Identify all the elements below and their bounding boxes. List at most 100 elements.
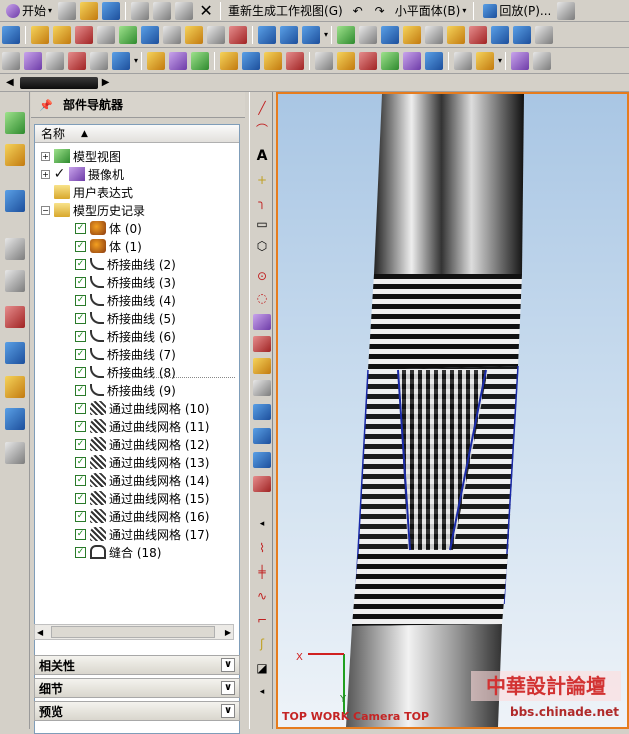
pin-icon[interactable]: 📌 — [39, 99, 53, 112]
extrude-icon[interactable] — [53, 25, 71, 44]
length-icon[interactable]: ⌐ — [253, 612, 271, 628]
visibility-checkbox[interactable]: ✓ — [75, 420, 86, 432]
tree-item[interactable]: ✓ 桥接曲线 (8) — [75, 363, 176, 381]
transform-icon[interactable] — [511, 51, 530, 70]
tree-item[interactable]: + 模型视图 — [41, 147, 121, 165]
circle-tool-icon[interactable] — [68, 51, 86, 70]
tree-item[interactable]: ✓ 桥接曲线 (4) — [75, 291, 176, 309]
chamfer-icon[interactable] — [163, 25, 181, 44]
horizontal-scrollbar[interactable]: ◀ ▶ — [34, 624, 234, 640]
assembly-navigator-icon[interactable] — [5, 112, 25, 134]
tree-item[interactable]: ✓ 通过曲线网格 (13) — [75, 453, 209, 471]
small-plane-menu[interactable]: 小平面体(B) ▾ — [391, 1, 471, 21]
analysis2-icon[interactable] — [476, 51, 495, 70]
chevron-down-icon[interactable]: ▾ — [134, 56, 138, 65]
bridge-tool-icon[interactable] — [253, 314, 271, 330]
cube-icon[interactable] — [258, 25, 276, 44]
smooth-icon[interactable]: ʃ — [253, 636, 271, 652]
chevron-down-icon[interactable]: ∨ — [221, 681, 235, 695]
visibility-checkbox[interactable]: ✓ — [75, 258, 86, 270]
book2-icon[interactable] — [491, 25, 510, 44]
graphics-window[interactable]: X Y 中華設計論壇 bbs.chinade.net TOP WORK Came… — [276, 92, 629, 729]
surface2-icon[interactable] — [169, 51, 188, 70]
trim-icon[interactable] — [229, 25, 247, 44]
trim-curve-icon[interactable]: ⌇ — [253, 540, 271, 556]
revolve-icon[interactable] — [75, 25, 93, 44]
tree-item[interactable]: ✓ 体 (1) — [75, 237, 142, 255]
polygon-icon[interactable]: ⬡ — [253, 238, 271, 254]
tree-item[interactable]: ✓ 桥接曲线 (7) — [75, 345, 176, 363]
visibility-checkbox[interactable]: ✓ — [75, 402, 86, 414]
mesh2-icon[interactable] — [242, 51, 261, 70]
hole-icon[interactable] — [185, 25, 203, 44]
name-column-header[interactable]: 名称 ▲ — [35, 125, 239, 143]
cylinder-icon[interactable] — [280, 25, 298, 44]
snap-icon[interactable] — [337, 25, 356, 44]
scroll-left-icon[interactable]: ◀ — [6, 77, 14, 88]
tree-item[interactable]: ✓ 通过曲线网格 (17) — [75, 525, 209, 543]
edit-curve-icon[interactable]: ∿ — [253, 588, 271, 604]
shade-icon[interactable] — [403, 25, 422, 44]
edit4-icon[interactable] — [381, 51, 400, 70]
visibility-checkbox[interactable]: ✓ — [54, 166, 66, 182]
point-set-icon[interactable]: + — [253, 172, 271, 188]
shell-icon[interactable] — [207, 25, 225, 44]
preview-panel[interactable]: 预览 ∨ — [34, 701, 240, 721]
curve-analysis-icon[interactable]: ◪ — [253, 660, 271, 676]
edit-icon[interactable] — [315, 51, 334, 70]
isoparam-icon[interactable] — [253, 452, 271, 468]
visibility-checkbox[interactable]: ✓ — [75, 456, 86, 468]
transform2-icon[interactable] — [533, 51, 552, 70]
tree-item[interactable]: ✓ 通过曲线网格 (16) — [75, 507, 209, 525]
expand-icon[interactable]: + — [41, 169, 50, 179]
wrap-icon[interactable] — [253, 404, 271, 420]
edit6-icon[interactable] — [425, 51, 444, 70]
tree-item[interactable]: ✓ 通过曲线网格 (11) — [75, 417, 209, 435]
project-icon[interactable] — [253, 358, 271, 374]
more-icon[interactable]: ◂ — [253, 516, 271, 532]
scroll-right-icon[interactable]: ▶ — [102, 77, 110, 88]
delete-icon[interactable]: ✕ — [197, 1, 215, 20]
chevron-down-icon[interactable]: ▾ — [498, 56, 502, 65]
sweep-icon[interactable] — [97, 25, 115, 44]
tree-item[interactable]: ✓ 通过曲线网格 (12) — [75, 435, 209, 453]
paste-icon[interactable] — [175, 1, 194, 20]
visibility-checkbox[interactable]: ✓ — [75, 222, 86, 234]
view-orient-icon[interactable] — [381, 25, 400, 44]
reuse-library-icon[interactable] — [5, 190, 25, 212]
arc-icon[interactable]: ⌒ — [253, 122, 271, 138]
surface3-icon[interactable] — [191, 51, 210, 70]
offset-tool-icon[interactable] — [112, 51, 130, 70]
join-icon[interactable] — [253, 380, 271, 396]
section-icon[interactable] — [253, 476, 271, 492]
line-icon[interactable]: ╱ — [253, 100, 271, 116]
edit3-icon[interactable] — [359, 51, 378, 70]
tree-item[interactable]: ✓ 桥接曲线 (2) — [75, 255, 176, 273]
tree-item[interactable]: ✓ 通过曲线网格 (10) — [75, 399, 209, 417]
tree-item[interactable]: ✓ 桥接曲线 (6) — [75, 327, 176, 345]
tree-item[interactable]: − 模型历史记录 — [41, 201, 145, 219]
scroll-left-icon[interactable]: ◀ — [37, 628, 43, 637]
select-icon[interactable] — [359, 25, 378, 44]
tree-item[interactable]: ✓ 通过曲线网格 (15) — [75, 489, 209, 507]
scrollbar-thumb[interactable] — [51, 626, 215, 638]
dependencies-panel[interactable]: 相关性 ∨ — [34, 655, 240, 675]
visibility-checkbox[interactable]: ✓ — [75, 384, 86, 396]
system-scenes-icon[interactable] — [5, 408, 25, 430]
extra-panel-icon[interactable] — [5, 442, 25, 464]
blend-icon[interactable] — [141, 25, 159, 44]
tree-item[interactable]: ✓ 桥接曲线 (9) — [75, 381, 176, 399]
tree-item[interactable]: ✓ 体 (0) — [75, 219, 142, 237]
surface-icon[interactable] — [147, 51, 166, 70]
chevron-down-icon[interactable]: ∨ — [221, 704, 235, 718]
open-folder-icon[interactable] — [80, 1, 99, 20]
sketch-icon[interactable] — [31, 25, 49, 44]
visibility-checkbox[interactable]: ✓ — [75, 294, 86, 306]
more-icon-2[interactable]: ◂ — [253, 684, 271, 700]
cut-icon[interactable] — [131, 1, 150, 20]
undo-icon[interactable]: ↶ — [349, 2, 367, 20]
book3-icon[interactable] — [513, 25, 532, 44]
tree-item[interactable]: ✓ 缝合 (18) — [75, 543, 161, 561]
book-icon[interactable] — [469, 25, 488, 44]
tree-item[interactable]: + ✓ 摄像机 — [41, 165, 124, 183]
